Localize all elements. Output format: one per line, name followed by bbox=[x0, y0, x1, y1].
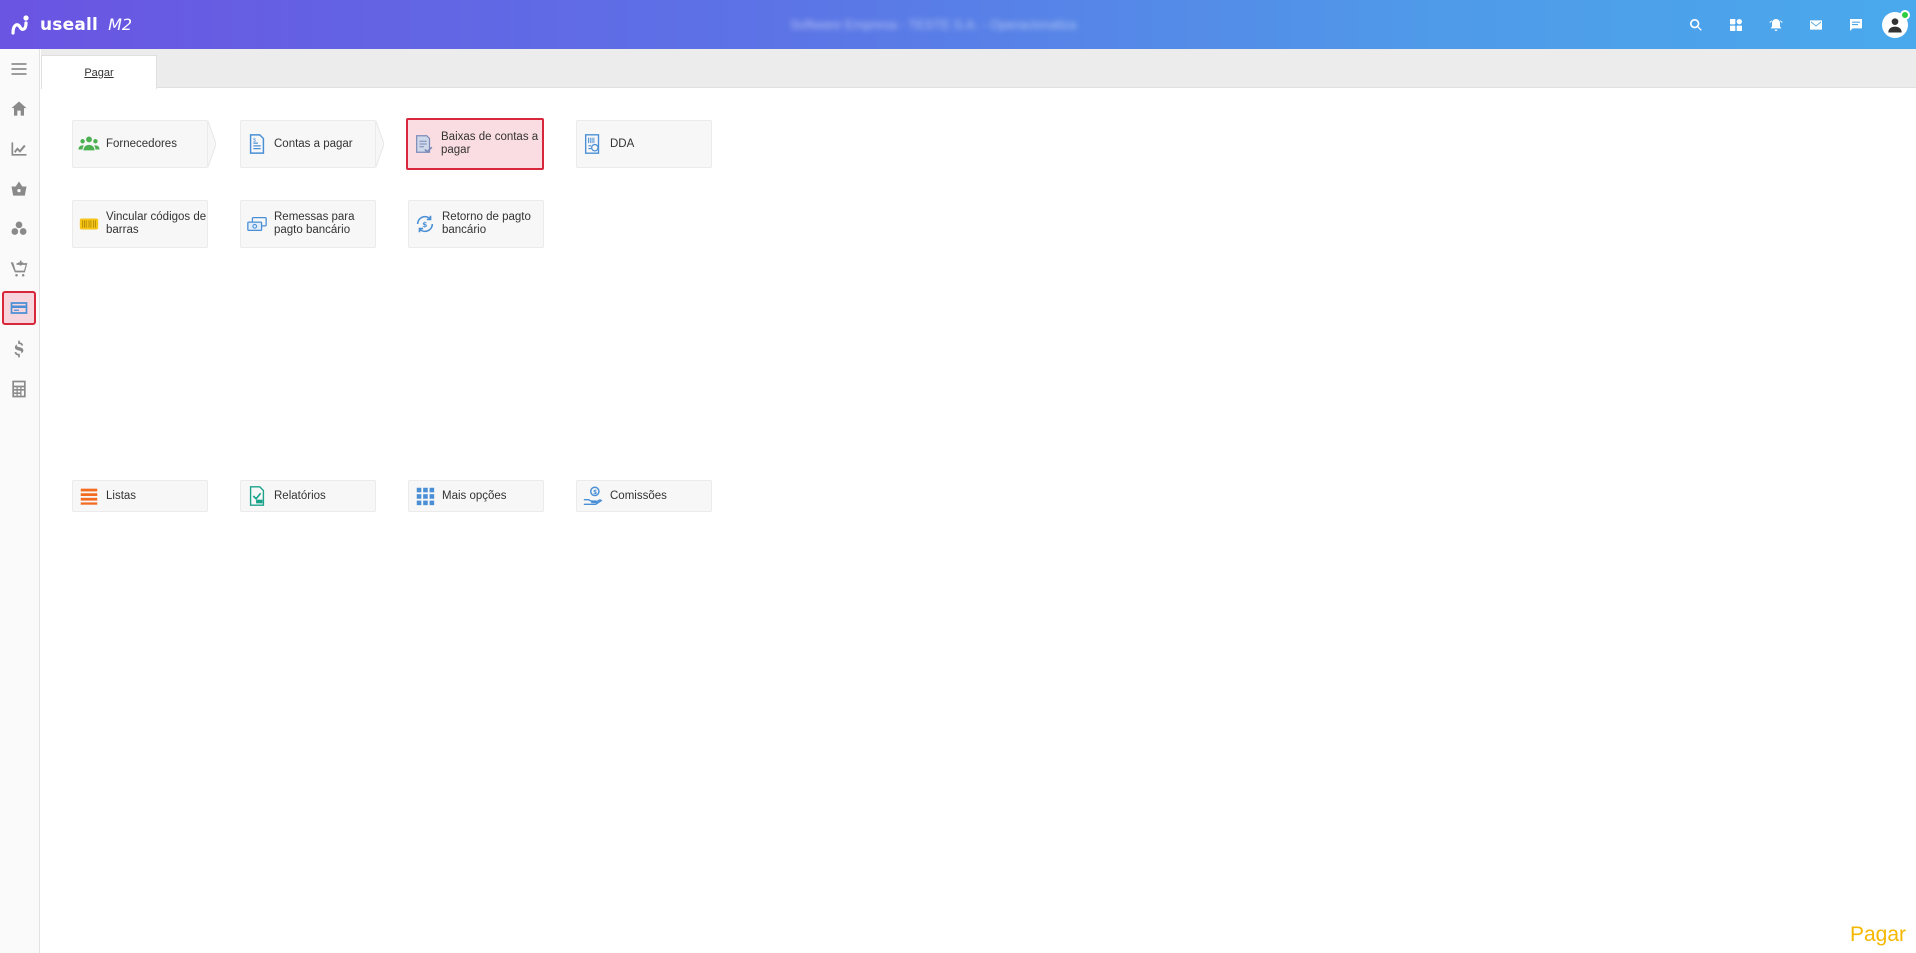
report-icon bbox=[245, 484, 269, 508]
tile-label: Listas bbox=[106, 489, 137, 502]
bank-remittance-icon bbox=[245, 212, 269, 236]
online-status-dot bbox=[1900, 9, 1910, 20]
calculator-icon[interactable] bbox=[2, 372, 36, 406]
flow-arrow bbox=[207, 120, 217, 168]
bank-return-icon: $ bbox=[413, 212, 437, 236]
top-bar: useall M2 Software Empresa - TESTE S.A. … bbox=[0, 0, 1916, 49]
tile-label: Vincular códigos de barras bbox=[106, 211, 207, 236]
basket-icon[interactable] bbox=[2, 172, 36, 206]
barcode-icon bbox=[77, 212, 101, 236]
payment-settle-icon bbox=[412, 132, 436, 156]
tile-label: Retorno de pagto bancário bbox=[442, 211, 531, 236]
card-icon[interactable] bbox=[2, 291, 36, 325]
app-logo[interactable]: useall M2 bbox=[10, 14, 132, 36]
tile-fornecedores[interactable]: Fornecedores bbox=[72, 120, 208, 168]
logo-version: M2 bbox=[108, 15, 133, 34]
bill-icon: $ bbox=[245, 132, 269, 156]
dashboard-icon[interactable] bbox=[1716, 0, 1756, 49]
tile-remessas-para-pagto-bancario[interactable]: Remessas para pagto bancário bbox=[240, 200, 376, 248]
chart-icon[interactable] bbox=[2, 132, 36, 166]
flow-arrow bbox=[375, 120, 385, 168]
svg-text:$: $ bbox=[593, 489, 597, 496]
tile-mais-opcoes[interactable]: Mais opções bbox=[408, 480, 544, 512]
tile-baixas-de-contas-a-pagar[interactable]: Baixas de contas a pagar bbox=[406, 118, 544, 170]
grid-icon bbox=[413, 484, 437, 508]
module-label: Pagar bbox=[1849, 923, 1906, 946]
home-icon[interactable] bbox=[2, 92, 36, 126]
tile-label: Comissões bbox=[610, 489, 667, 502]
tile-retorno-de-pagto-bancario[interactable]: $ Retorno de pagto bancário bbox=[408, 200, 544, 248]
tile-dda[interactable]: DDA bbox=[576, 120, 712, 168]
tab-pagar[interactable]: Pagar bbox=[41, 55, 157, 89]
notification-icon[interactable] bbox=[1756, 0, 1796, 49]
menu-icon[interactable] bbox=[2, 52, 36, 86]
tile-label: Fornecedores bbox=[106, 137, 177, 150]
list-icon bbox=[77, 484, 101, 508]
search-icon[interactable] bbox=[1676, 0, 1716, 49]
tile-label: Relatórios bbox=[274, 489, 326, 502]
tile-label: DDA bbox=[610, 137, 635, 150]
commission-icon: $ bbox=[581, 484, 605, 508]
tile-relatorios[interactable]: Relatórios bbox=[240, 480, 376, 512]
tile-vincular-codigos-de-barras[interactable]: Vincular códigos de barras bbox=[72, 200, 208, 248]
sidebar bbox=[0, 49, 40, 953]
svg-text:$: $ bbox=[422, 220, 427, 229]
mail-icon[interactable] bbox=[1796, 0, 1836, 49]
svg-text:$: $ bbox=[253, 137, 257, 143]
tile-comissoes[interactable]: $ Comissões bbox=[576, 480, 712, 512]
tile-label: Contas a pagar bbox=[274, 137, 353, 150]
tile-contas-a-pagar[interactable]: $ Contas a pagar bbox=[240, 120, 376, 168]
dollar-icon[interactable] bbox=[2, 332, 36, 366]
tab-strip: Pagar bbox=[41, 49, 1916, 89]
logo-icon bbox=[11, 14, 29, 35]
logo-text: useall bbox=[40, 14, 99, 35]
dda-icon bbox=[581, 132, 605, 156]
tile-listas[interactable]: Listas bbox=[72, 480, 208, 512]
cart-icon[interactable] bbox=[2, 252, 36, 286]
boxes-icon[interactable] bbox=[2, 212, 36, 246]
tile-label: Mais opções bbox=[442, 489, 507, 502]
user-avatar[interactable] bbox=[1882, 9, 1910, 38]
tile-label: Baixas de contas a pagar bbox=[441, 131, 539, 156]
suppliers-icon bbox=[77, 132, 101, 156]
company-name[interactable]: Software Empresa - TESTE S.A. - Operacio… bbox=[790, 17, 1077, 32]
chat-icon[interactable] bbox=[1836, 0, 1876, 49]
tile-label: Remessas para pagto bancário bbox=[274, 211, 355, 236]
